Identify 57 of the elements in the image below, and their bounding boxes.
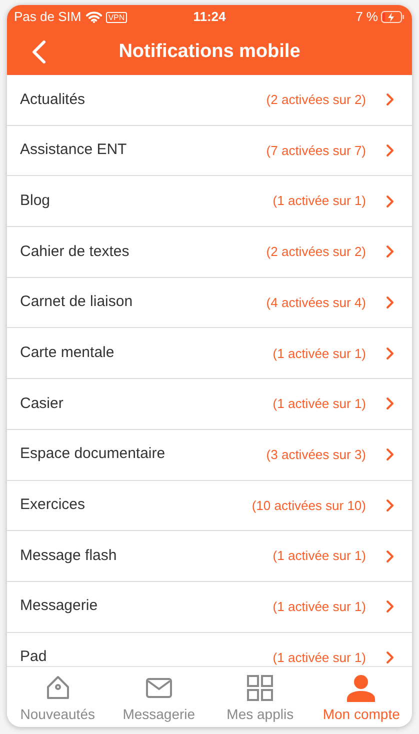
activation-count: (1 activée sur 1)	[272, 192, 366, 210]
settings-row[interactable]: Actualités (2 activées sur 2)	[7, 75, 412, 126]
chevron-right-icon	[386, 144, 394, 158]
chevron-right-icon	[386, 346, 394, 360]
vpn-badge: VPN	[106, 12, 127, 22]
settings-row[interactable]: Exercices (10 activées sur 10)	[7, 480, 412, 532]
person-icon	[346, 674, 376, 702]
activation-count: (4 activées sur 4)	[266, 294, 366, 312]
row-label: Exercices	[20, 495, 86, 516]
settings-row[interactable]: Casier (1 activée sur 1)	[7, 379, 412, 430]
activation-count: (1 activée sur 1)	[272, 344, 366, 363]
page-title: Notifications mobile	[118, 40, 300, 64]
chevron-right-icon	[386, 498, 394, 512]
settings-row[interactable]: Messagerie (1 activée sur 1)	[7, 582, 412, 633]
row-label: Blog	[20, 190, 50, 211]
activation-count: (1 activée sur 1)	[272, 395, 366, 414]
activation-count: (1 activée sur 1)	[272, 598, 366, 616]
settings-row[interactable]: Carnet de liaison (4 activées sur 4)	[7, 278, 412, 328]
wifi-icon	[86, 11, 102, 23]
chevron-right-icon	[386, 93, 394, 106]
grid-icon	[246, 674, 274, 702]
row-label: Cahier de textes	[20, 242, 130, 262]
chevron-right-icon	[386, 650, 394, 664]
activation-count: (2 activées sur 2)	[266, 243, 366, 262]
battery-charging-icon	[381, 11, 405, 23]
chevron-right-icon	[386, 448, 394, 462]
envelope-icon	[144, 676, 173, 700]
activation-count: (2 activées sur 2)	[266, 91, 366, 110]
row-label: Actualités	[20, 90, 86, 110]
activation-count: (3 activées sur 3)	[266, 446, 366, 464]
settings-row[interactable]: Carte mentale (1 activée sur 1)	[7, 328, 412, 380]
clock-text: 11:24	[193, 8, 226, 26]
row-label: Casier	[20, 394, 64, 414]
settings-row[interactable]: Blog (1 activée sur 1)	[7, 176, 412, 228]
activation-count: (1 activée sur 1)	[272, 648, 366, 666]
row-label: Pad	[20, 647, 47, 666]
row-label: Carte mentale	[20, 343, 114, 364]
row-label: Espace documentaire	[20, 444, 166, 464]
chevron-right-icon	[386, 550, 394, 563]
battery-percent: 7 %	[356, 8, 378, 26]
settings-row[interactable]: Cahier de textes (2 activées sur 2)	[7, 227, 412, 278]
row-label: Message flash	[20, 546, 117, 566]
chevron-right-icon	[386, 600, 394, 614]
row-label: Carnet de liaison	[20, 292, 133, 312]
activation-count: (10 activées sur 10)	[252, 496, 366, 515]
chevron-right-icon	[386, 397, 394, 410]
settings-row[interactable]: Espace documentaire (3 activées sur 3)	[7, 430, 412, 480]
chevron-right-icon	[386, 194, 394, 208]
activation-count: (1 activée sur 1)	[272, 547, 366, 566]
settings-row[interactable]: Message flash (1 activée sur 1)	[7, 531, 412, 582]
chevron-right-icon	[386, 245, 394, 258]
row-label: Assistance ENT	[20, 140, 127, 160]
chevron-right-icon	[386, 296, 394, 310]
settings-row[interactable]: Assistance ENT (7 activées sur 7)	[7, 126, 412, 176]
carrier-text: Pas de SIM	[14, 8, 82, 26]
row-label: Messagerie	[20, 596, 98, 616]
activation-count: (7 activées sur 7)	[266, 142, 366, 160]
